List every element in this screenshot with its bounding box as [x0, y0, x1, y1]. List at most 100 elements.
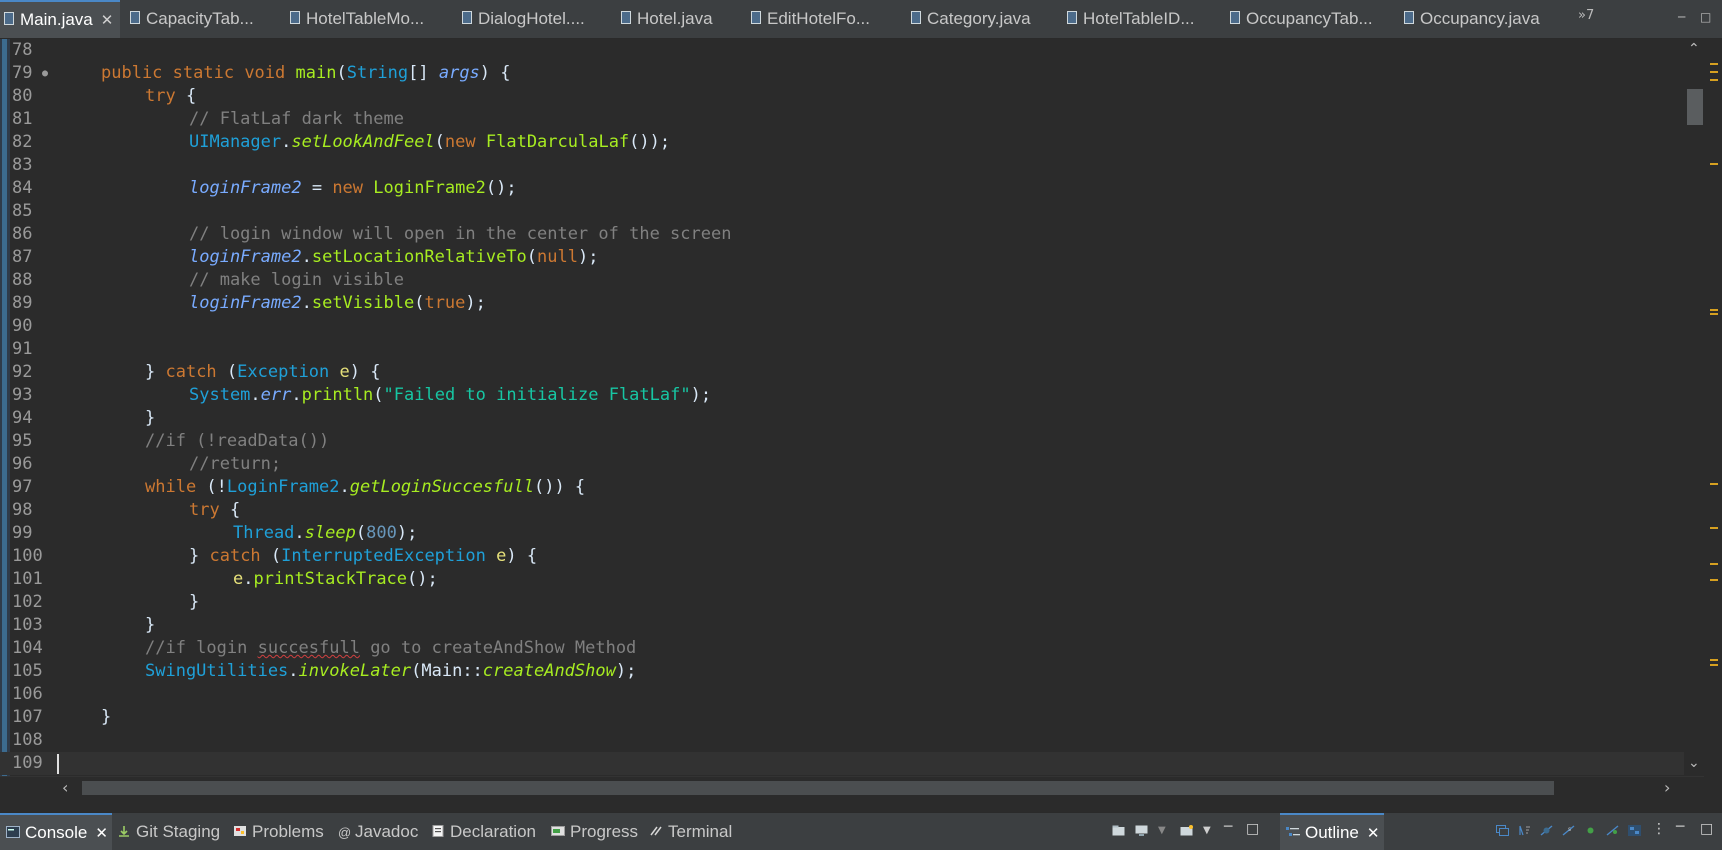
maximize-icon[interactable]: □ [1700, 821, 1713, 837]
line-number: 90 [12, 316, 33, 336]
scroll-left-icon[interactable]: ‹ [62, 777, 68, 799]
display-console-icon[interactable] [1135, 825, 1148, 836]
editor-tab-dialoghotel[interactable]: DialogHotel.... [462, 0, 585, 38]
code-line[interactable]: 108 [0, 729, 1684, 752]
code-line[interactable]: 79 ● public static void main(String[] args… [0, 62, 1684, 85]
editor-tab-occupancytab[interactable]: OccupancyTab... [1230, 0, 1373, 38]
code-line[interactable]: 104 //if login succesfull go to createAnd… [0, 637, 1684, 660]
code-line[interactable]: 109 [0, 752, 1684, 775]
code-line[interactable]: 90 [0, 315, 1684, 338]
code-token: System [189, 385, 251, 405]
tab-problems[interactable]: Problems [233, 813, 324, 850]
minimize-icon[interactable]: ─ [1676, 819, 1689, 835]
hide-static-icon[interactable]: s [1562, 825, 1575, 836]
editor-tab-hoteltableid[interactable]: HotelTableID... [1067, 0, 1195, 38]
minimize-icon[interactable]: ─ [1678, 10, 1685, 24]
java-file-icon [621, 10, 631, 24]
code-line[interactable]: 83 [0, 154, 1684, 177]
code-line[interactable]: 100} catch (InterruptedException e) { [0, 545, 1684, 568]
tab-declaration[interactable]: Declaration [431, 813, 536, 850]
code-line[interactable]: 96 //return; [0, 453, 1684, 476]
fold-marker-icon[interactable]: ● [42, 62, 82, 85]
tab-outline[interactable]: Outline ✕ [1280, 813, 1384, 850]
problems-icon [234, 825, 246, 836]
tab-progress[interactable]: Progress [551, 813, 638, 850]
scroll-right-icon[interactable]: › [1664, 777, 1670, 799]
code-token: createAndShow [482, 661, 616, 681]
minimize-icon[interactable]: ─ [1224, 819, 1237, 835]
editor-tab-category-java[interactable]: Category.java [911, 0, 1031, 38]
code-line[interactable]: 81 // FlatLaf dark theme [0, 108, 1684, 131]
collapse-all-icon[interactable] [1496, 825, 1509, 836]
hide-fields-icon[interactable] [1540, 825, 1553, 836]
close-icon[interactable]: ✕ [1367, 824, 1380, 842]
code-token: try [189, 500, 220, 520]
code-line[interactable]: 102} [0, 591, 1684, 614]
tab-console[interactable]: Console ✕ [0, 813, 112, 850]
code-line[interactable]: 78 [0, 39, 1684, 62]
editor-tab-hotel-java[interactable]: Hotel.java [621, 0, 713, 38]
editor-tab-main-java[interactable]: Main.java ✕ [0, 0, 120, 38]
view-menu-icon[interactable]: ⋮ [1652, 821, 1666, 837]
code-line[interactable]: 103} [0, 614, 1684, 637]
line-number: 105 [12, 661, 43, 681]
code-text: System.err.println("Failed to initialize… [189, 384, 711, 407]
code-line[interactable]: 86 // login window will open in the cente… [0, 223, 1684, 246]
code-line[interactable]: 89 loginFrame2.setVisible(true); [0, 292, 1684, 315]
editor-tab-label: EditHotelFo... [767, 9, 870, 28]
code-line[interactable]: 94} [0, 407, 1684, 430]
line-number: 88 [12, 270, 33, 290]
code-editor[interactable]: 78 79 ● public static void main(String[] ar… [0, 39, 1684, 776]
code-area[interactable]: 78 79 ● public static void main(String[] ar… [0, 39, 1684, 775]
close-icon[interactable]: ✕ [101, 11, 114, 29]
hide-local-types-icon[interactable] [1606, 825, 1619, 836]
scrollbar-thumb[interactable] [1687, 89, 1703, 125]
vertical-scrollbar[interactable]: ⌃ ⌄ [1684, 39, 1704, 776]
close-icon[interactable]: ✕ [95, 824, 108, 842]
editor-tab-hoteltablemodel[interactable]: HotelTableMo... [290, 0, 424, 38]
code-line[interactable]: 99 Thread.sleep(800); [0, 522, 1684, 545]
code-line[interactable]: 107} [0, 706, 1684, 729]
code-token: . [281, 132, 292, 152]
code-line[interactable]: 85 [0, 200, 1684, 223]
code-line[interactable]: 84 loginFrame2 = new LoginFrame2(); [0, 177, 1684, 200]
hide-non-public-icon[interactable] [1584, 825, 1597, 836]
code-line[interactable]: 97 while (!LoginFrame2.getLoginSuccesfull… [0, 476, 1684, 499]
code-token: ( [373, 385, 384, 405]
open-console-icon[interactable] [1112, 825, 1125, 836]
code-line[interactable]: 91 [0, 338, 1684, 361]
editor-tab-occupancy-java[interactable]: Occupancy.java [1404, 0, 1540, 38]
code-line[interactable]: 88 // make login visible [0, 269, 1684, 292]
scroll-down-icon[interactable]: ⌄ [1688, 755, 1700, 771]
code-line[interactable]: 80 try { [0, 85, 1684, 108]
editor-tab-edithotelform[interactable]: EditHotelFo... [751, 0, 870, 38]
code-line[interactable]: 105 SwingUtilities.invokeLater(Main::crea… [0, 660, 1684, 683]
code-line[interactable]: 106 [0, 683, 1684, 706]
chevron-down-icon[interactable]: ▼ [1158, 825, 1171, 836]
code-text: } [145, 407, 155, 430]
tab-overflow-icon[interactable]: »7 [1578, 8, 1594, 23]
code-text: while (!LoginFrame2.getLoginSuccesfull()… [145, 476, 585, 499]
overview-ruler[interactable] [1704, 39, 1722, 776]
maximize-icon[interactable]: □ [1700, 10, 1711, 24]
horizontal-scrollbar[interactable]: ‹ › [0, 776, 1704, 799]
code-line[interactable]: 101 e.printStackTrace(); [0, 568, 1684, 591]
tab-javadoc[interactable]: @ Javadoc [338, 813, 418, 850]
tab-git-staging[interactable]: Git Staging [117, 813, 220, 850]
view-menu-icon[interactable]: ▼ [1203, 825, 1216, 836]
code-line[interactable]: 82 UIManager.setLookAndFeel(new FlatDarcu… [0, 131, 1684, 154]
maximize-icon[interactable]: □ [1246, 821, 1259, 837]
editor-tab-capacitytab[interactable]: CapacityTab... [130, 0, 254, 38]
sort-icon[interactable] [1518, 825, 1531, 836]
tab-terminal[interactable]: Terminal [649, 813, 732, 850]
code-line[interactable]: 92} catch (Exception e) { [0, 361, 1684, 384]
code-line[interactable]: 98 try { [0, 499, 1684, 522]
scroll-up-icon[interactable]: ⌃ [1688, 41, 1700, 57]
link-with-editor-icon[interactable] [1628, 825, 1641, 836]
hscroll-thumb[interactable] [82, 781, 1554, 795]
new-console-icon[interactable] [1180, 825, 1193, 836]
code-token: ( [336, 63, 347, 83]
code-line[interactable]: 95 //if (!readData()) [0, 430, 1684, 453]
code-line[interactable]: 93 System.err.println("Failed to initiali… [0, 384, 1684, 407]
code-line[interactable]: 87 loginFrame2.setLocationRelativeTo(null… [0, 246, 1684, 269]
